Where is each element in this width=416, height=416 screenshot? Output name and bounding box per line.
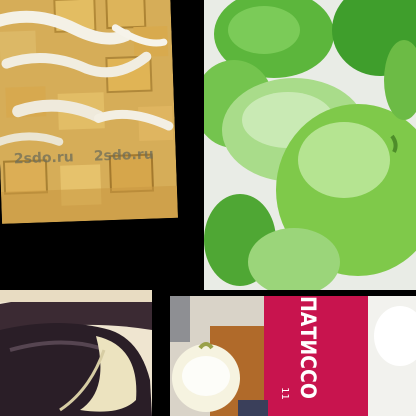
seed-packet-label: ПАТИССО 11 xyxy=(270,296,322,412)
photo-fried-onion-squash: 2sdo.ru 2sdo.ru xyxy=(0,0,178,224)
seed-packet-number: 11 xyxy=(278,387,290,400)
photo-green-pattypan-squashes xyxy=(204,0,416,290)
seed-packet-title: ПАТИССО xyxy=(296,296,320,399)
watermark-left: 2sdo.ru xyxy=(13,149,75,168)
photo-pattypan-seed-packet: ПАТИССО 11 xyxy=(170,296,416,416)
photo-eggplant xyxy=(0,290,152,416)
watermark-right: 2sdo.ru xyxy=(93,146,154,165)
